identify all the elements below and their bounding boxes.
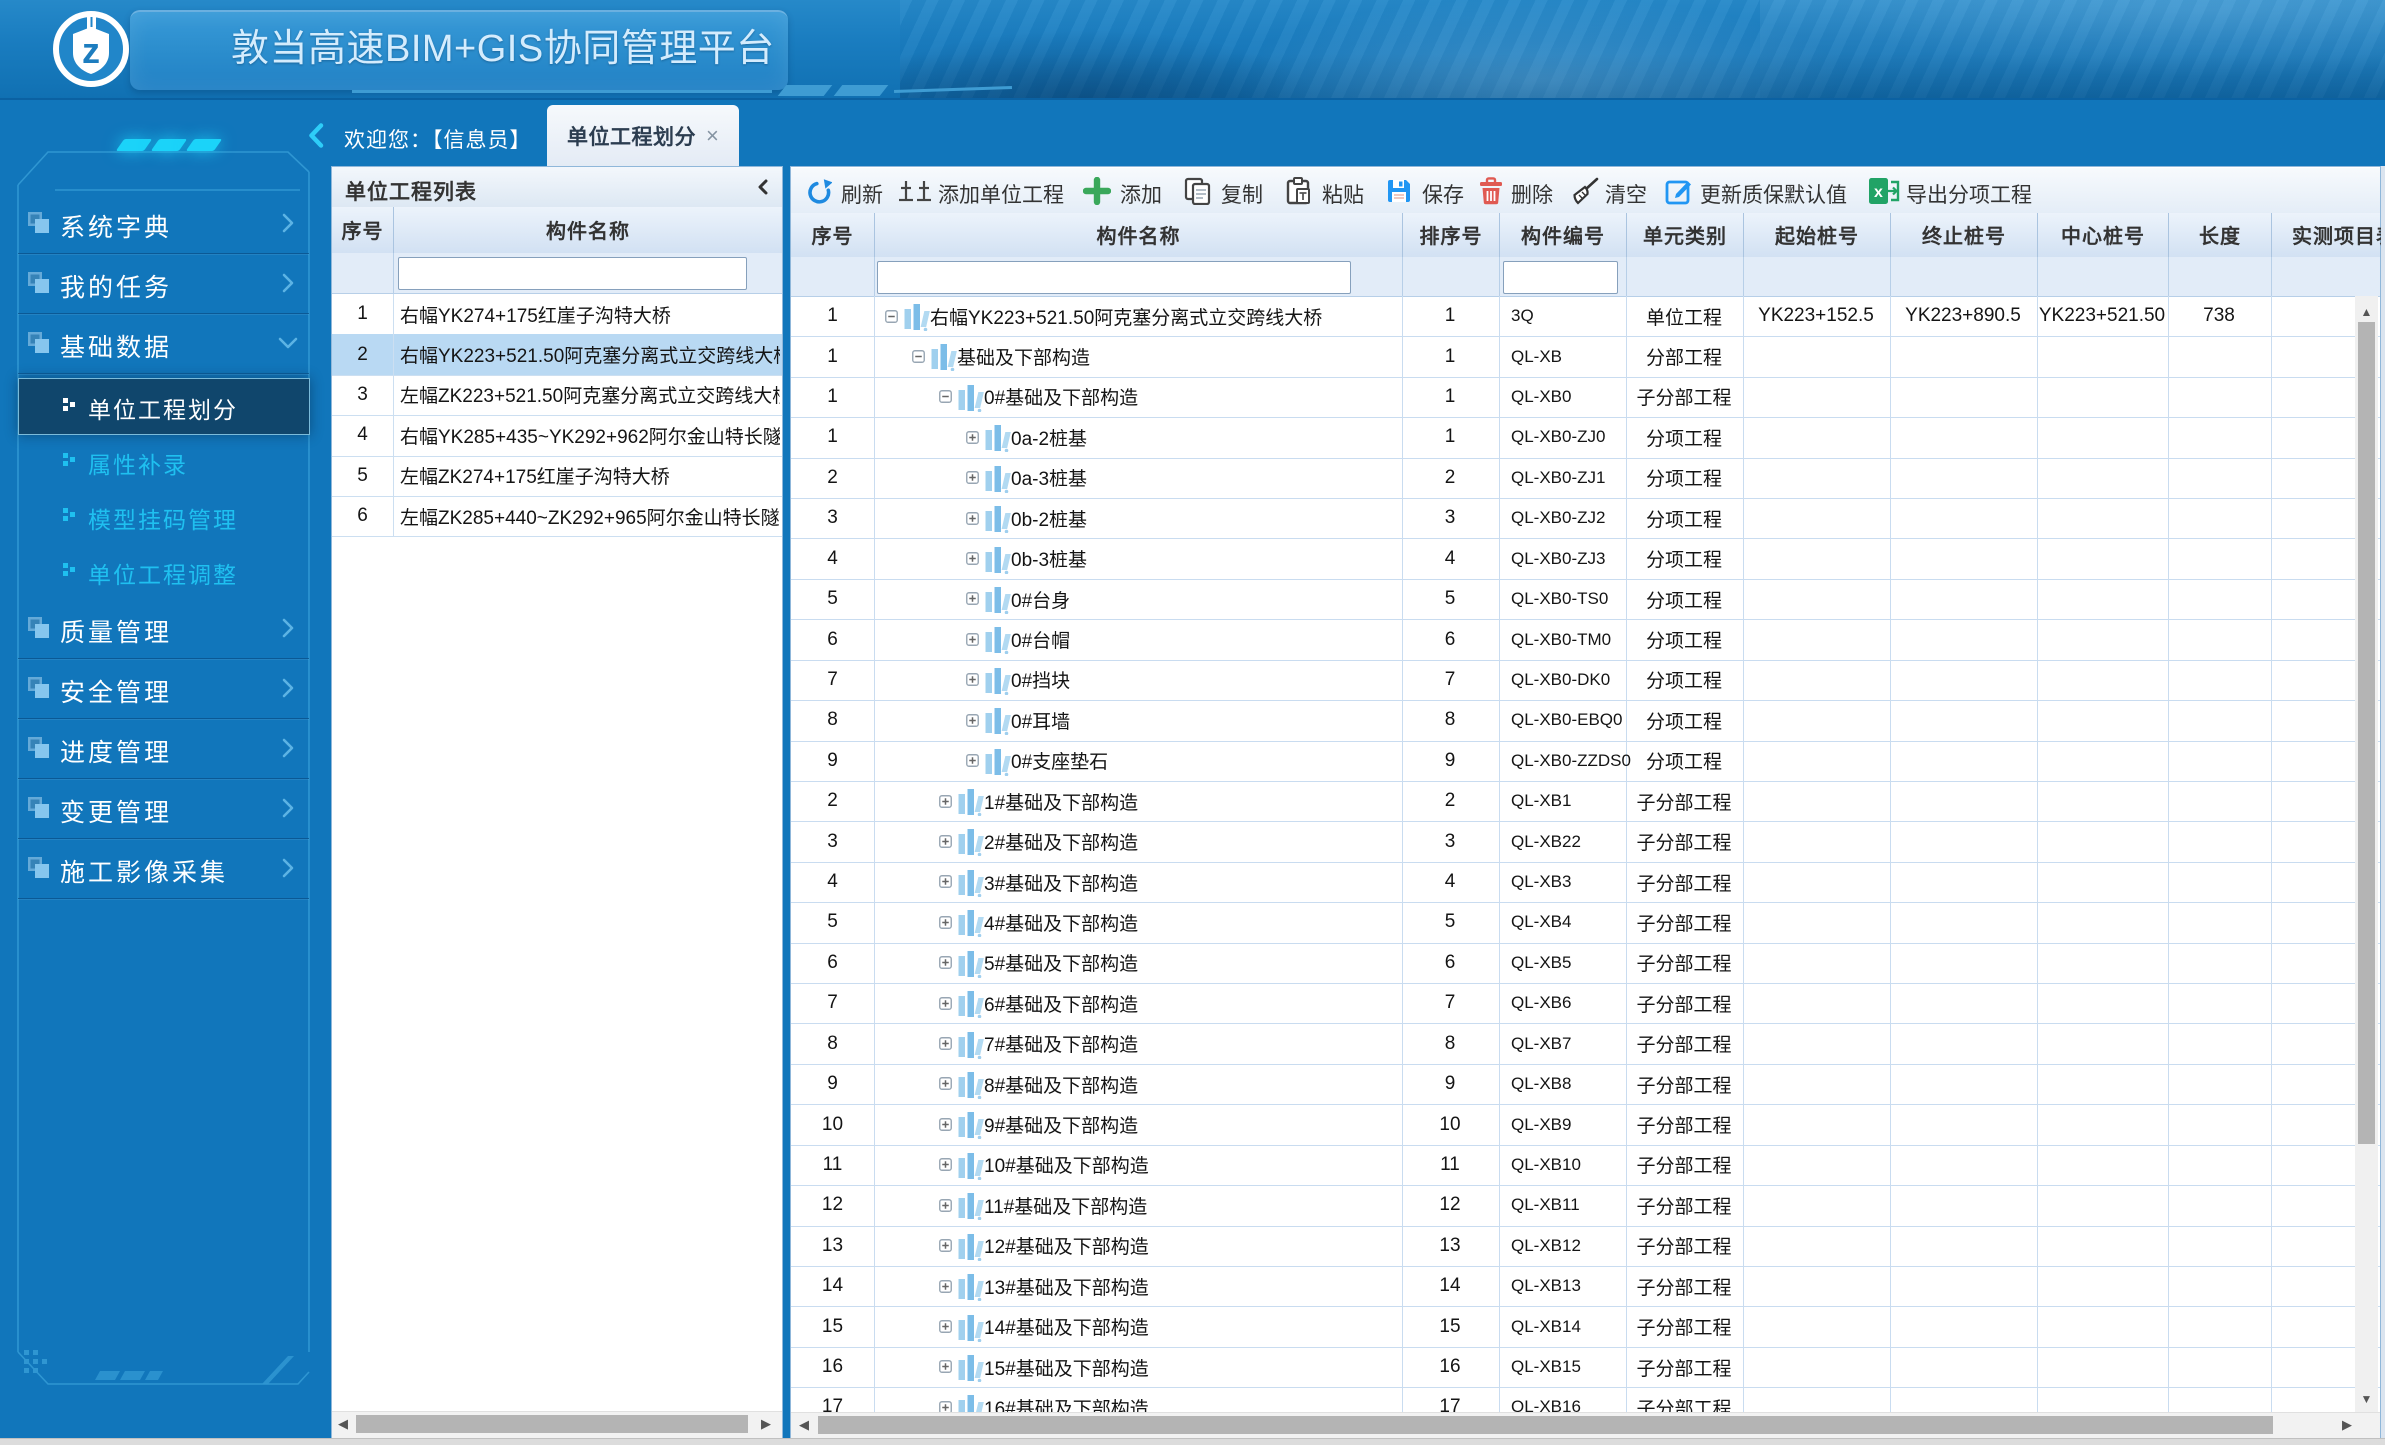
svg-text:x: x	[1874, 184, 1883, 201]
svg-text:z: z	[82, 30, 100, 71]
